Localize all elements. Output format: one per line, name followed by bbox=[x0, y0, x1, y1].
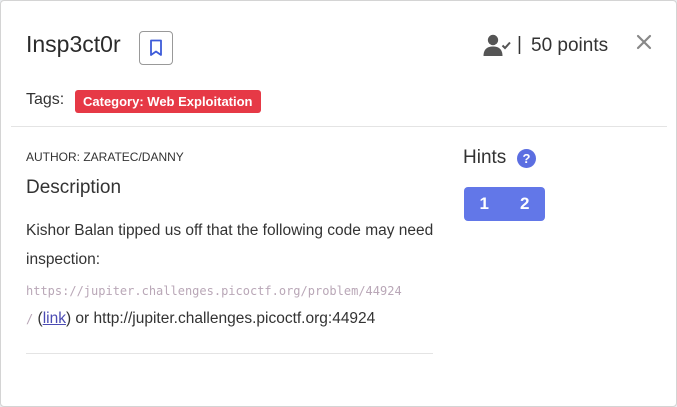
bookmark-icon bbox=[150, 39, 162, 56]
question-icon[interactable]: ? bbox=[517, 149, 536, 168]
challenge-url-code: https://jupiter.challenges.picoctf.org/p… bbox=[26, 284, 402, 298]
hints-heading: Hints bbox=[463, 147, 507, 168]
hint-button-1[interactable]: 1 bbox=[464, 187, 505, 221]
challenge-modal: Insp3ct0r | 50 points Tags: Category: We… bbox=[0, 0, 677, 407]
link-open-text: ( bbox=[33, 310, 43, 327]
challenge-url-line: / (link) or http://jupiter.challenges.pi… bbox=[26, 310, 375, 328]
close-button[interactable] bbox=[631, 29, 657, 55]
points-label: 50 points bbox=[531, 35, 609, 56]
author-label: AUTHOR: ZARATEC/DANNY bbox=[26, 150, 184, 164]
hint-button-group: 1 2 bbox=[464, 187, 545, 221]
category-tag: Category: Web Exploitation bbox=[75, 90, 261, 113]
tags-label: Tags: bbox=[26, 91, 65, 108]
user-check-icon bbox=[483, 34, 511, 56]
points-separator: | bbox=[517, 34, 522, 55]
description-divider bbox=[26, 353, 433, 354]
bookmark-button[interactable] bbox=[139, 31, 173, 65]
close-icon bbox=[636, 34, 652, 50]
challenge-title: Insp3ct0r bbox=[26, 31, 121, 57]
link-close-text: ) or http://jupiter.challenges.picoctf.o… bbox=[65, 310, 376, 327]
description-text: Kishor Balan tipped us off that the foll… bbox=[26, 222, 434, 268]
challenge-link[interactable]: link bbox=[43, 310, 66, 327]
hint-button-2[interactable]: 2 bbox=[505, 187, 546, 221]
header-divider bbox=[11, 126, 667, 127]
description-heading: Description bbox=[26, 177, 122, 198]
